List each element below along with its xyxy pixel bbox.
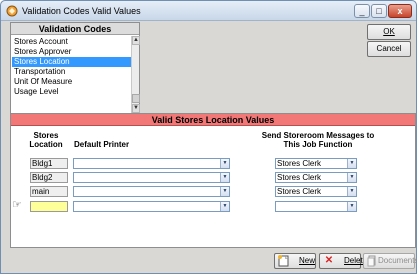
scroll-up-arrow-icon[interactable]: ▲	[132, 36, 140, 45]
validation-codes-panel: Validation Codes Stores Account Stores A…	[10, 22, 140, 114]
chevron-down-icon[interactable]: ▼	[220, 202, 229, 211]
table-row: main ▼ Stores Clerk ▼	[11, 186, 415, 198]
app-icon	[6, 5, 18, 17]
new-button[interactable]: New	[274, 253, 316, 269]
table-row-new: ☞ ▼ ▼	[11, 199, 415, 213]
stores-location-cell[interactable]: Bldg2	[30, 172, 68, 183]
table-row: Bldg2 ▼ Stores Clerk ▼	[11, 172, 415, 184]
job-function-value: Stores Clerk	[277, 187, 322, 196]
documents-button-label: Documents	[378, 256, 417, 265]
close-button[interactable]: x	[388, 4, 412, 18]
stores-location-cell[interactable]: Bldg1	[30, 158, 68, 169]
cancel-button-label: Cancel	[376, 44, 402, 53]
chevron-down-icon[interactable]: ▼	[220, 173, 229, 182]
row-pointer-hand-icon: ☞	[12, 199, 22, 211]
list-item-selected[interactable]: Stores Location	[12, 57, 131, 67]
stores-location-cell[interactable]: main	[30, 186, 68, 197]
column-header-send-messages: Send Storeroom Messages to This Job Func…	[261, 131, 375, 149]
ok-button[interactable]: OK	[367, 24, 411, 40]
window-title: Validation Codes Valid Values	[22, 6, 141, 16]
delete-x-icon: ✕	[324, 255, 334, 266]
job-function-value: Stores Clerk	[277, 173, 322, 182]
scroll-thumb[interactable]	[132, 94, 140, 103]
job-function-dropdown[interactable]: ▼	[275, 201, 357, 212]
delete-button[interactable]: ✕ Delete	[319, 253, 367, 269]
minimize-button[interactable]: _	[354, 4, 370, 18]
list-item[interactable]: Stores Approver	[12, 47, 131, 57]
validation-codes-header: Validation Codes	[11, 23, 139, 35]
chevron-down-icon[interactable]: ▼	[347, 173, 356, 182]
validation-codes-list[interactable]: Stores Account Stores Approver Stores Lo…	[12, 37, 131, 97]
maximize-button[interactable]: □	[371, 4, 387, 18]
job-function-dropdown[interactable]: Stores Clerk ▼	[275, 158, 357, 169]
chevron-down-icon[interactable]: ▼	[347, 202, 356, 211]
vertical-scrollbar[interactable]: ▲ ▼	[131, 36, 140, 113]
dialog-window: Validation Codes Valid Values _ □ x Vali…	[0, 0, 417, 274]
stores-location-input[interactable]	[30, 201, 68, 212]
list-item[interactable]: Unit Of Measure	[12, 77, 131, 87]
scroll-down-arrow-icon[interactable]: ▼	[132, 104, 140, 113]
title-bar[interactable]: Validation Codes Valid Values _ □ x	[1, 1, 416, 21]
cancel-button[interactable]: Cancel	[367, 41, 411, 57]
job-function-dropdown[interactable]: Stores Clerk ▼	[275, 172, 357, 183]
job-function-dropdown[interactable]: Stores Clerk ▼	[275, 186, 357, 197]
job-function-value: Stores Clerk	[277, 159, 322, 168]
default-printer-dropdown[interactable]: ▼	[73, 158, 230, 169]
bottom-toolbar: New ✕ Delete Documents	[1, 248, 417, 273]
default-printer-dropdown[interactable]: ▼	[73, 172, 230, 183]
column-header-stores-location: Stores Location	[29, 131, 63, 149]
list-item[interactable]: Stores Account	[12, 37, 131, 47]
list-item[interactable]: Transportation	[12, 67, 131, 77]
table-row: Bldg1 ▼ Stores Clerk ▼	[11, 158, 415, 170]
column-header-default-printer: Default Printer	[74, 140, 130, 149]
new-record-icon	[277, 255, 291, 267]
ok-button-label: OK	[383, 27, 395, 36]
valid-values-panel: Valid Stores Location Values Stores Loca…	[10, 113, 416, 248]
chevron-down-icon[interactable]: ▼	[347, 159, 356, 168]
chevron-down-icon[interactable]: ▼	[347, 187, 356, 196]
default-printer-dropdown[interactable]: ▼	[73, 201, 230, 212]
chevron-down-icon[interactable]: ▼	[220, 187, 229, 196]
documents-button[interactable]: Documents	[363, 253, 417, 269]
new-button-label: New	[299, 256, 316, 265]
default-printer-dropdown[interactable]: ▼	[73, 186, 230, 197]
list-item[interactable]: Usage Level	[12, 87, 131, 97]
valid-values-header: Valid Stores Location Values	[11, 114, 415, 126]
documents-icon	[365, 255, 379, 267]
chevron-down-icon[interactable]: ▼	[220, 159, 229, 168]
